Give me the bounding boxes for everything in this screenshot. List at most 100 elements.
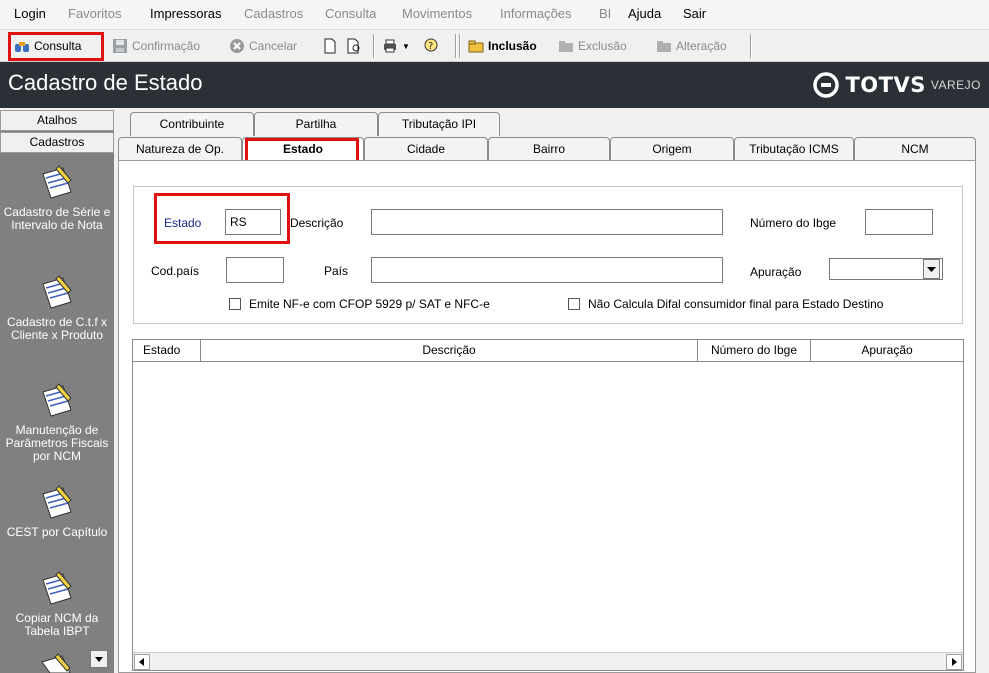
- menu-impressoras[interactable]: Impressoras: [150, 6, 222, 21]
- codpais-input[interactable]: [226, 257, 284, 283]
- sidebar-item-parametros-ncm[interactable]: Manutenção de Parâmetros Fiscais por NCM: [0, 382, 114, 463]
- cancel-icon: [230, 39, 244, 53]
- menu-bar: Login Favoritos Impressoras Cadastros Co…: [0, 0, 989, 30]
- menu-movimentos[interactable]: Movimentos: [402, 6, 472, 21]
- column-header-estado[interactable]: Estado: [133, 340, 201, 362]
- notepad-pen-icon: [42, 571, 72, 605]
- chevron-down-icon: [95, 657, 103, 662]
- notepad-pen-icon: [41, 653, 71, 673]
- sidebar-item-label: Cadastro de Série e Intervalo de Nota: [3, 205, 111, 232]
- document-icon: [324, 38, 336, 54]
- nao-calcula-difal-label: Não Calcula Difal consumidor final para …: [588, 297, 884, 311]
- menu-ajuda[interactable]: Ajuda: [628, 6, 661, 21]
- sidebar-item-label: Cadastro de C.t.f x Cliente x Produto: [6, 315, 108, 342]
- confirmacao-button[interactable]: Confirmação: [112, 34, 200, 58]
- column-header-descricao[interactable]: Descrição: [201, 340, 698, 362]
- pais-input[interactable]: [371, 257, 723, 283]
- ibge-input[interactable]: [865, 209, 933, 235]
- descricao-input[interactable]: [371, 209, 723, 235]
- alteracao-button[interactable]: Alteração: [656, 34, 727, 58]
- sidebar-item-ctf-cliente-produto[interactable]: Cadastro de C.t.f x Cliente x Produto: [0, 274, 114, 342]
- sidebar-tab-cadastros[interactable]: Cadastros: [0, 132, 114, 153]
- tab-content-panel: Estado Descrição Número do Ibge Cod.país…: [118, 160, 976, 673]
- tab-natureza-op[interactable]: Natureza de Op.: [118, 137, 242, 161]
- help-button[interactable]: ?: [424, 34, 444, 58]
- sidebar-item-copiar-ncm[interactable]: Copiar NCM da Tabela IBPT: [0, 570, 114, 638]
- sidebar-item-label: Copiar NCM da Tabela IBPT: [15, 611, 99, 638]
- sidebar-item-cest-capitulo[interactable]: CEST por Capítulo: [0, 484, 114, 539]
- menu-consulta[interactable]: Consulta: [325, 6, 376, 21]
- toolbar-separator: [459, 34, 461, 58]
- pais-label: País: [324, 264, 349, 278]
- column-header-apuracao[interactable]: Apuração: [811, 340, 963, 362]
- save-icon: [113, 39, 127, 53]
- scroll-left-button[interactable]: [134, 654, 150, 670]
- toolbar-separator: [750, 34, 752, 58]
- tab-origem[interactable]: Origem: [610, 137, 734, 161]
- tab-tributacao-ipi[interactable]: Tributação IPI: [378, 112, 500, 136]
- sidebar-item-label: Manutenção de Parâmetros Fiscais por NCM: [5, 423, 109, 463]
- sidebar-item-label: CEST por Capítulo: [6, 525, 108, 539]
- sidebar-scroll-down-button[interactable]: [90, 650, 108, 668]
- toolbar-separator: [373, 34, 375, 58]
- page-title: Cadastro de Estado: [8, 70, 203, 95]
- cancelar-button[interactable]: Cancelar: [229, 34, 297, 58]
- notepad-pen-icon: [42, 275, 72, 309]
- tab-cidade[interactable]: Cidade: [364, 137, 488, 161]
- estado-highlight: [154, 193, 290, 244]
- sidebar: Atalhos Cadastros Cadastro de Série e In…: [0, 110, 114, 673]
- brand-sub: VAREJO: [930, 78, 981, 92]
- inclusao-button[interactable]: Inclusão: [468, 34, 537, 58]
- tab-contribuinte[interactable]: Contribuinte: [130, 112, 254, 136]
- ibge-label: Número do Ibge: [750, 216, 837, 230]
- brand-name: TOTVS: [845, 73, 926, 97]
- apuracao-dropdown-button[interactable]: [923, 259, 940, 279]
- tab-ncm[interactable]: NCM: [854, 137, 976, 161]
- scroll-right-button[interactable]: [946, 654, 962, 670]
- notepad-pen-icon: [42, 485, 72, 519]
- title-bar: Cadastro de Estado TOTVS VAREJO: [0, 62, 989, 108]
- toolbar-separator: [455, 34, 457, 58]
- add-folder-icon: [468, 40, 484, 53]
- column-header-ibge[interactable]: Número do Ibge: [698, 340, 811, 362]
- sidebar-tab-atalhos[interactable]: Atalhos: [0, 110, 114, 131]
- menu-login[interactable]: Login: [14, 6, 46, 21]
- codpais-label: Cod.país: [151, 264, 200, 278]
- exclusao-button[interactable]: Exclusão: [558, 34, 627, 58]
- inclusao-label: Inclusão: [488, 39, 537, 53]
- tab-partilha[interactable]: Partilha: [254, 112, 378, 136]
- totvs-logo-icon: [813, 72, 840, 98]
- search-document-button[interactable]: [346, 34, 366, 58]
- emite-nfe-label: Emite NF-e com CFOP 5929 p/ SAT e NFC-e: [249, 297, 490, 311]
- notepad-pen-icon: [42, 165, 72, 199]
- new-document-button[interactable]: [322, 34, 342, 58]
- horizontal-scrollbar[interactable]: [133, 652, 963, 670]
- menu-cadastros[interactable]: Cadastros: [244, 6, 303, 21]
- chevron-down-icon: [927, 267, 936, 272]
- print-button[interactable]: ▼: [382, 34, 410, 58]
- alteracao-label: Alteração: [676, 39, 727, 53]
- exclusao-label: Exclusão: [578, 39, 627, 53]
- edit-folder-icon: [657, 41, 671, 52]
- nao-calcula-difal-checkbox[interactable]: [568, 298, 580, 310]
- tab-bairro[interactable]: Bairro: [488, 137, 610, 161]
- menu-informacoes[interactable]: Informações: [500, 6, 572, 21]
- menu-favoritos[interactable]: Favoritos: [68, 6, 121, 21]
- consulta-highlight: [8, 32, 104, 61]
- menu-bi[interactable]: BI: [599, 6, 611, 21]
- emite-nfe-checkbox[interactable]: [229, 298, 241, 310]
- apuracao-label: Apuração: [750, 265, 802, 279]
- confirmacao-label: Confirmação: [132, 39, 201, 53]
- chevron-right-icon: [952, 658, 957, 666]
- toolbar: Consulta Confirmação Cancelar ▼ ? Inclus…: [0, 30, 989, 62]
- cancelar-label: Cancelar: [249, 39, 298, 53]
- estados-grid[interactable]: Estado Descrição Número do Ibge Apuração: [132, 339, 964, 671]
- menu-sair[interactable]: Sair: [683, 6, 706, 21]
- sidebar-item-serie-intervalo[interactable]: Cadastro de Série e Intervalo de Nota: [0, 164, 114, 232]
- descricao-label: Descrição: [290, 216, 344, 230]
- printer-icon: [384, 39, 396, 53]
- tab-tributacao-icms[interactable]: Tributação ICMS: [734, 137, 854, 161]
- svg-text:?: ?: [428, 41, 433, 52]
- chevron-left-icon: [139, 658, 144, 666]
- delete-folder-icon: [559, 41, 573, 52]
